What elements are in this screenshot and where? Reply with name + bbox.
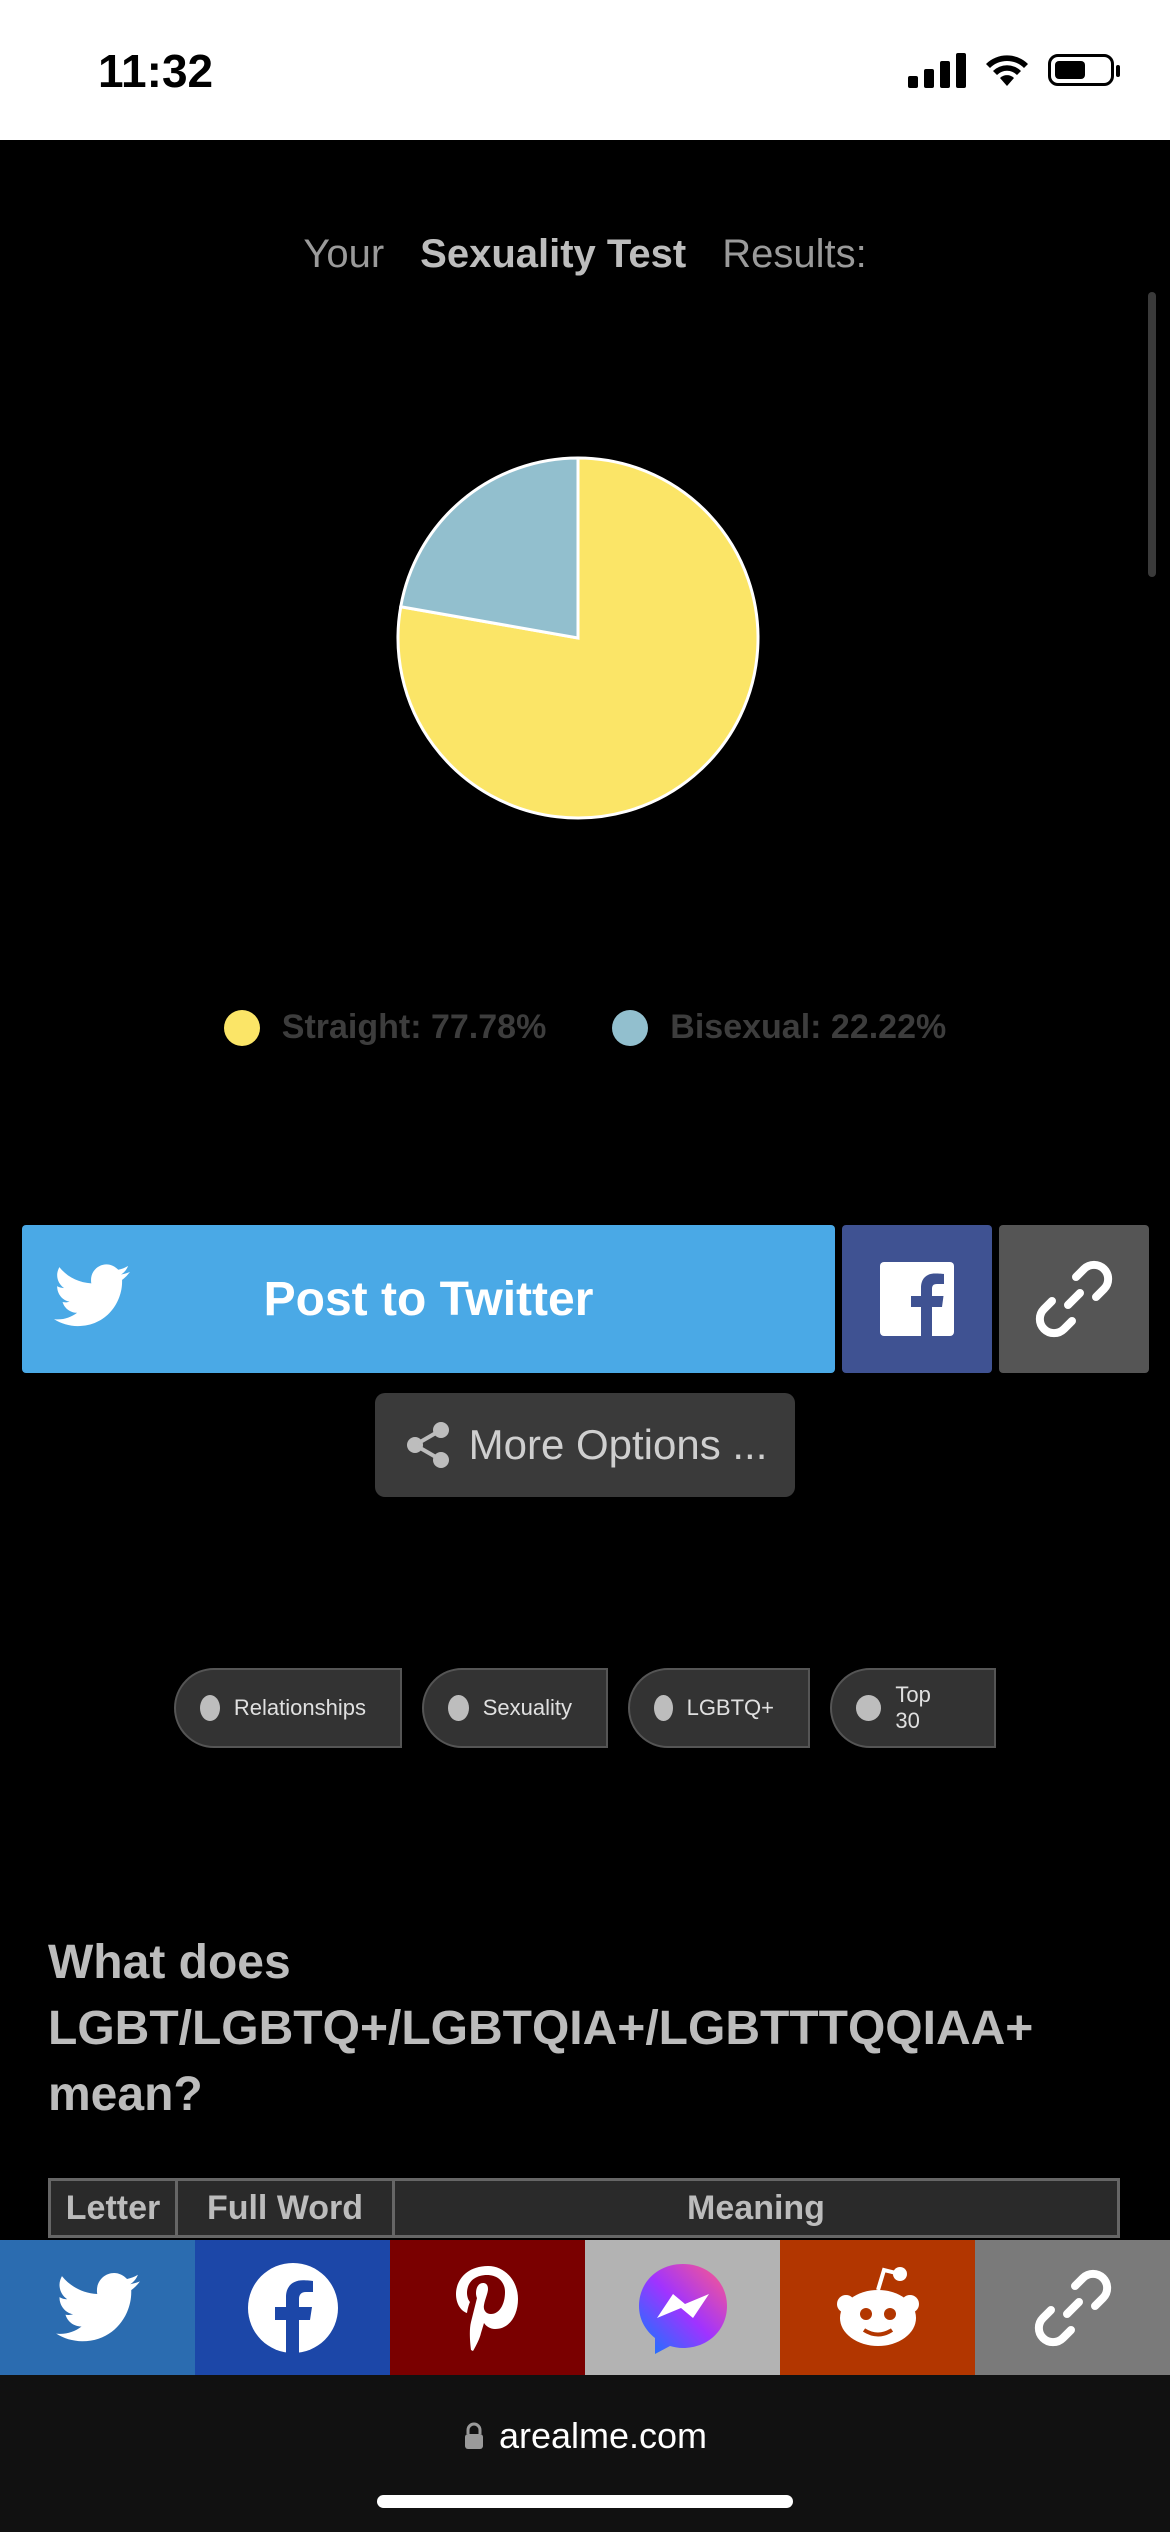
tag-dot-icon xyxy=(448,1695,469,1721)
legend-label-straight: Straight: 77.78% xyxy=(281,1008,547,1046)
url-text: arealme.com xyxy=(498,2415,708,2456)
more-options-button[interactable]: More Options ... xyxy=(375,1393,795,1497)
title-prefix: Your xyxy=(303,232,385,276)
share-twitter-button[interactable] xyxy=(0,2240,195,2375)
post-to-twitter-label: Post to Twitter xyxy=(263,1272,594,1326)
bottom-share-bar xyxy=(0,2240,1170,2375)
lock-icon xyxy=(464,2422,483,2449)
lgbt-table-header: Letter Full Word Meaning xyxy=(48,2178,1120,2238)
share-reddit-button[interactable] xyxy=(780,2240,975,2375)
share-messenger-button[interactable] xyxy=(585,2240,780,2375)
tag-sexuality[interactable]: Sexuality xyxy=(422,1668,608,1748)
link-icon xyxy=(1034,2269,1111,2346)
share-facebook-button[interactable] xyxy=(195,2240,390,2375)
column-header-letter: Letter xyxy=(51,2181,178,2235)
tag-dot-icon xyxy=(856,1695,882,1721)
tag-relationships[interactable]: Relationships xyxy=(174,1668,402,1748)
more-options-label: More Options ... xyxy=(468,1421,768,1468)
legend-label-bisexual: Bisexual: 22.22% xyxy=(670,1008,947,1046)
scrollbar[interactable] xyxy=(1148,292,1156,577)
reddit-icon xyxy=(836,2266,919,2346)
tag-label: Top 30 xyxy=(895,1682,931,1733)
column-header-full-word: Full Word xyxy=(178,2181,395,2235)
messenger-icon xyxy=(638,2263,727,2354)
pinterest-icon xyxy=(455,2265,518,2351)
facebook-icon xyxy=(247,2262,338,2354)
share-row: Post to Twitter xyxy=(22,1225,1149,1373)
share-link-button[interactable] xyxy=(975,2240,1170,2375)
status-time: 11:32 xyxy=(98,45,214,97)
copy-link-button[interactable] xyxy=(999,1225,1149,1373)
tag-label: Sexuality xyxy=(482,1695,572,1720)
twitter-icon xyxy=(55,2272,140,2341)
home-indicator[interactable] xyxy=(377,2495,793,2508)
tag-list: Relationships Sexuality LGBTQ+ Top 30 xyxy=(0,1668,1170,1748)
status-icons xyxy=(908,52,1120,88)
pie-slice-bisexual xyxy=(399,456,580,640)
tag-top-30[interactable]: Top 30 xyxy=(830,1668,996,1748)
facebook-icon xyxy=(880,1262,954,1336)
legend-dot-bisexual xyxy=(612,1009,649,1046)
facebook-share-button[interactable] xyxy=(842,1225,992,1373)
link-icon xyxy=(1035,1260,1113,1338)
tag-lgbtq[interactable]: LGBTQ+ xyxy=(628,1668,810,1748)
browser-address-bar: arealme.com xyxy=(0,2375,1170,2532)
title-suffix: Results: xyxy=(722,232,867,276)
wifi-icon xyxy=(986,55,1028,86)
tag-dot-icon xyxy=(200,1695,220,1721)
share-pinterest-button[interactable] xyxy=(390,2240,585,2375)
tag-dot-icon xyxy=(654,1695,673,1721)
faq-heading: What does LGBT/LGBTQ+/LGBTQIA+/LGBTTTQQI… xyxy=(48,1936,1034,2121)
status-bar: 11:32 xyxy=(0,0,1170,140)
share-icon xyxy=(406,1422,449,1468)
legend-dot-straight xyxy=(223,1009,260,1046)
tag-label: LGBTQ+ xyxy=(686,1695,774,1720)
legend-item-straight: Straight: 77.78% xyxy=(223,1008,547,1047)
post-to-twitter-button[interactable]: Post to Twitter xyxy=(22,1225,835,1373)
twitter-icon xyxy=(54,1264,130,1327)
legend-item-bisexual: Bisexual: 22.22% xyxy=(612,1008,946,1047)
result-pie-chart xyxy=(396,456,760,820)
tag-label: Relationships xyxy=(233,1695,366,1720)
column-header-meaning: Meaning xyxy=(687,2188,825,2227)
result-title: Your Sexuality Test Results: xyxy=(0,232,1170,277)
battery-icon xyxy=(1048,54,1120,86)
url-display[interactable]: arealme.com xyxy=(0,2415,1170,2457)
chart-legend: Straight: 77.78% Bisexual: 22.22% xyxy=(0,1008,1170,1047)
cellular-signal-icon xyxy=(908,52,966,88)
title-main: Sexuality Test xyxy=(420,232,687,276)
